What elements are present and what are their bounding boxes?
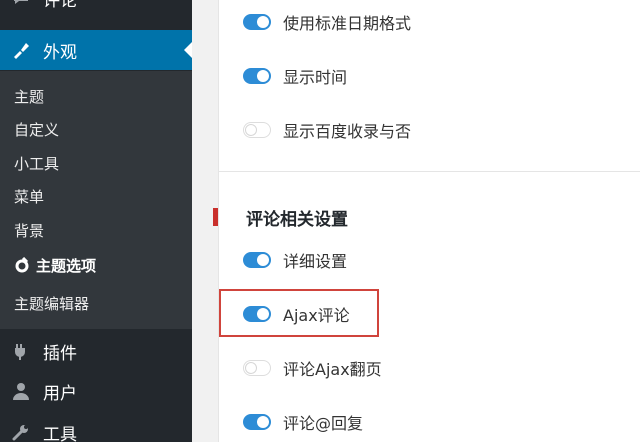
setting-show-time[interactable]: 显示时间 — [243, 63, 347, 89]
menu-appearance-label: 外观 — [43, 42, 77, 63]
submenu-widgets-label: 小工具 — [14, 154, 60, 173]
comment-icon — [11, 0, 31, 8]
setting-standard-date-label: 使用标准日期格式 — [283, 14, 412, 33]
submenu-themes-label: 主题 — [14, 87, 45, 106]
toggle-ajax-pagination[interactable] — [243, 360, 271, 376]
setting-baidu-index[interactable]: 显示百度收录与否 — [243, 117, 411, 143]
submenu-menus[interactable]: 菜单 — [14, 181, 44, 211]
toggle-standard-date[interactable] — [243, 14, 271, 30]
setting-baidu-index-label: 显示百度收录与否 — [283, 122, 412, 141]
setting-show-time-label: 显示时间 — [283, 68, 348, 87]
menu-users[interactable]: 用户 — [0, 371, 192, 411]
menu-plugins[interactable]: 插件 — [0, 331, 192, 371]
toggle-baidu-index[interactable] — [243, 122, 271, 138]
setting-ajax-comments-label: Ajax评论 — [283, 306, 350, 325]
menu-comments-label: 评论 — [43, 0, 77, 11]
submenu-background[interactable]: 背景 — [14, 215, 44, 245]
menu-appearance[interactable]: 外观 — [0, 30, 192, 70]
menu-tools[interactable]: 工具 — [0, 412, 192, 442]
wrench-icon — [11, 422, 31, 442]
admin-sidebar: 评论 外观 主题 自定义 小工具 菜单 背景 主题选项 主题编辑器 插件 用户 … — [0, 0, 192, 442]
submenu-widgets[interactable]: 小工具 — [14, 148, 59, 178]
paintbrush-icon — [11, 40, 31, 60]
submenu-background-label: 背景 — [14, 221, 45, 240]
toggle-comment-details[interactable] — [243, 252, 271, 268]
menu-tools-label: 工具 — [43, 424, 77, 442]
theme-options-icon — [14, 257, 30, 273]
toggle-knob — [257, 16, 269, 28]
submenu-customize-label: 自定义 — [14, 120, 60, 139]
submenu-themes[interactable]: 主题 — [14, 81, 44, 111]
section-divider — [219, 171, 640, 172]
submenu-theme-options[interactable]: 主题选项 — [14, 250, 96, 280]
menu-comments[interactable]: 评论 — [0, 0, 192, 18]
setting-comment-details[interactable]: 详细设置 — [243, 247, 347, 273]
section-marker — [213, 208, 218, 226]
setting-at-reply[interactable]: 评论@回复 — [243, 409, 363, 435]
plugin-icon — [11, 341, 31, 361]
submenu-menus-label: 菜单 — [14, 187, 45, 206]
toggle-at-reply[interactable] — [243, 414, 271, 430]
setting-ajax-comments[interactable]: Ajax评论 — [243, 301, 350, 327]
menu-plugins-label: 插件 — [43, 343, 77, 364]
menu-users-label: 用户 — [43, 383, 77, 404]
submenu-theme-options-label: 主题选项 — [36, 256, 97, 275]
comments-section-title: 评论相关设置 — [246, 210, 348, 230]
toggle-show-time[interactable] — [243, 68, 271, 84]
toggle-knob — [257, 308, 269, 320]
setting-ajax-pagination[interactable]: 评论Ajax翻页 — [243, 355, 382, 381]
setting-standard-date[interactable]: 使用标准日期格式 — [243, 9, 411, 35]
appearance-submenu: 主题 自定义 小工具 菜单 背景 主题选项 主题编辑器 — [0, 71, 192, 329]
user-icon — [11, 381, 31, 401]
toggle-knob — [257, 416, 269, 428]
toggle-knob — [245, 362, 257, 374]
toggle-knob — [245, 124, 257, 136]
setting-ajax-pagination-label: 评论Ajax翻页 — [283, 360, 382, 379]
setting-comment-details-label: 详细设置 — [283, 252, 348, 271]
toggle-ajax-comments[interactable] — [243, 306, 271, 322]
submenu-theme-editor-label: 主题编辑器 — [14, 294, 90, 313]
setting-at-reply-label: 评论@回复 — [283, 414, 364, 433]
toggle-knob — [257, 254, 269, 266]
toggle-knob — [257, 70, 269, 82]
submenu-customize[interactable]: 自定义 — [14, 114, 59, 144]
submenu-theme-editor[interactable]: 主题编辑器 — [14, 288, 89, 318]
